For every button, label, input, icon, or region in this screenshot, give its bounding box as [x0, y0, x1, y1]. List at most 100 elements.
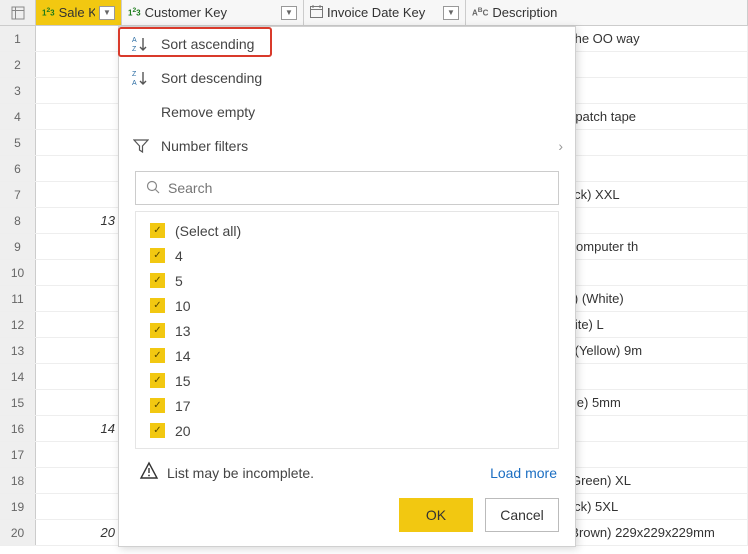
- filter-value-label: 5: [175, 273, 183, 289]
- checkbox-icon[interactable]: ✓: [150, 423, 165, 438]
- row-number: 15: [0, 390, 36, 415]
- filter-value-label: 10: [175, 298, 191, 314]
- column-header-sale-key[interactable]: 123 Sale Key ▼: [36, 0, 122, 25]
- row-number: 5: [0, 130, 36, 155]
- checkbox-icon[interactable]: ✓: [150, 223, 165, 238]
- row-number: 2: [0, 52, 36, 77]
- ok-button[interactable]: OK: [399, 498, 473, 532]
- row-number: 16: [0, 416, 36, 441]
- cell-sale-key[interactable]: [36, 130, 122, 155]
- checkbox-icon[interactable]: ✓: [150, 323, 165, 338]
- cell-sale-key[interactable]: [36, 234, 122, 259]
- filter-value-item[interactable]: ✓ 20: [144, 418, 550, 443]
- filter-dropdown-icon[interactable]: ▼: [99, 6, 115, 20]
- cell-sale-key[interactable]: [36, 78, 122, 103]
- checkbox-icon[interactable]: ✓: [150, 298, 165, 313]
- column-header-customer-key[interactable]: 123 Customer Key ▼: [122, 0, 304, 25]
- svg-text:A: A: [132, 37, 137, 44]
- filter-value-list[interactable]: ✓(Select all)✓4✓5✓10✓13✓14✓15✓17✓20: [135, 211, 559, 449]
- search-input[interactable]: [168, 180, 548, 196]
- column-header-description[interactable]: ABC Description: [466, 0, 748, 25]
- number-type-icon: 123: [128, 7, 141, 18]
- filter-value-item[interactable]: ✓13: [144, 318, 550, 343]
- filter-popup: AZ Sort ascending ZA Sort descending Rem…: [118, 26, 576, 547]
- cell-sale-key[interactable]: [36, 260, 122, 285]
- cell-sale-key[interactable]: 14: [36, 416, 122, 441]
- row-number: 20: [0, 520, 36, 545]
- filter-value-item[interactable]: ✓ 17: [144, 393, 550, 418]
- cell-sale-key[interactable]: [36, 494, 122, 519]
- row-number: 8: [0, 208, 36, 233]
- row-number: 3: [0, 78, 36, 103]
- filter-value-label: 17: [175, 398, 191, 414]
- checkbox-icon[interactable]: ✓: [150, 273, 165, 288]
- button-row: OK Cancel: [119, 490, 575, 546]
- incomplete-row: List may be incomplete. Load more: [119, 453, 575, 490]
- column-label: Customer Key: [145, 5, 277, 20]
- svg-text:Z: Z: [132, 46, 137, 53]
- row-number: 12: [0, 312, 36, 337]
- cell-sale-key[interactable]: [36, 104, 122, 129]
- row-number: 1: [0, 26, 36, 51]
- cell-sale-key[interactable]: [36, 338, 122, 363]
- checkbox-icon[interactable]: ✓: [150, 398, 165, 413]
- column-label: Description: [492, 5, 741, 20]
- row-number-header: [0, 0, 36, 25]
- filter-value-label: 15: [175, 373, 191, 389]
- row-number: 6: [0, 156, 36, 181]
- row-number: 14: [0, 364, 36, 389]
- filter-value-item[interactable]: ✓5: [144, 268, 550, 293]
- cell-sale-key[interactable]: [36, 52, 122, 77]
- filter-value-item[interactable]: ✓ 10: [144, 293, 550, 318]
- filter-icon: [131, 136, 151, 156]
- cell-sale-key[interactable]: [36, 286, 122, 311]
- cell-sale-key[interactable]: 13: [36, 208, 122, 233]
- number-filters-item[interactable]: Number filters ›: [119, 129, 575, 163]
- menu-label: Remove empty: [161, 104, 255, 120]
- row-number: 10: [0, 260, 36, 285]
- filter-value-label: 14: [175, 348, 191, 364]
- chevron-right-icon: ›: [558, 138, 563, 154]
- row-number: 9: [0, 234, 36, 259]
- svg-text:A: A: [132, 80, 137, 87]
- warning-icon: [139, 461, 159, 484]
- cell-sale-key[interactable]: [36, 468, 122, 493]
- search-icon: [146, 180, 160, 197]
- date-type-icon: [310, 5, 323, 21]
- filter-dropdown-icon[interactable]: ▼: [443, 6, 459, 20]
- checkbox-icon[interactable]: ✓: [150, 248, 165, 263]
- cell-sale-key[interactable]: [36, 364, 122, 389]
- incomplete-label: List may be incomplete.: [167, 465, 314, 481]
- filter-value-item[interactable]: ✓4: [144, 243, 550, 268]
- cell-sale-key[interactable]: [36, 390, 122, 415]
- load-more-link[interactable]: Load more: [490, 465, 557, 481]
- filter-value-label: 4: [175, 248, 183, 264]
- filter-value-item[interactable]: ✓(Select all): [144, 218, 550, 243]
- filter-value-item[interactable]: ✓ 14: [144, 343, 550, 368]
- filter-dropdown-icon[interactable]: ▼: [281, 6, 297, 20]
- row-number: 11: [0, 286, 36, 311]
- row-number: 18: [0, 468, 36, 493]
- row-number: 13: [0, 338, 36, 363]
- cell-sale-key[interactable]: [36, 442, 122, 467]
- menu-label: Sort descending: [161, 70, 262, 86]
- remove-empty-item[interactable]: Remove empty: [119, 95, 575, 129]
- row-number: 19: [0, 494, 36, 519]
- search-box[interactable]: [135, 171, 559, 205]
- filter-value-label: 20: [175, 423, 191, 439]
- cell-sale-key[interactable]: [36, 156, 122, 181]
- filter-value-item[interactable]: ✓ 15: [144, 368, 550, 393]
- column-header-invoice-date[interactable]: Invoice Date Key ▼: [304, 0, 466, 25]
- cell-sale-key[interactable]: [36, 312, 122, 337]
- checkbox-icon[interactable]: ✓: [150, 348, 165, 363]
- cancel-button[interactable]: Cancel: [485, 498, 559, 532]
- cell-sale-key[interactable]: [36, 26, 122, 51]
- sort-descending-item[interactable]: ZA Sort descending: [119, 61, 575, 95]
- cell-sale-key[interactable]: [36, 182, 122, 207]
- row-number: 17: [0, 442, 36, 467]
- cell-sale-key[interactable]: 20: [36, 520, 122, 545]
- text-type-icon: ABC: [472, 7, 488, 18]
- checkbox-icon[interactable]: ✓: [150, 373, 165, 388]
- sort-ascending-item[interactable]: AZ Sort ascending: [119, 27, 575, 61]
- menu-label: Number filters: [161, 138, 248, 154]
